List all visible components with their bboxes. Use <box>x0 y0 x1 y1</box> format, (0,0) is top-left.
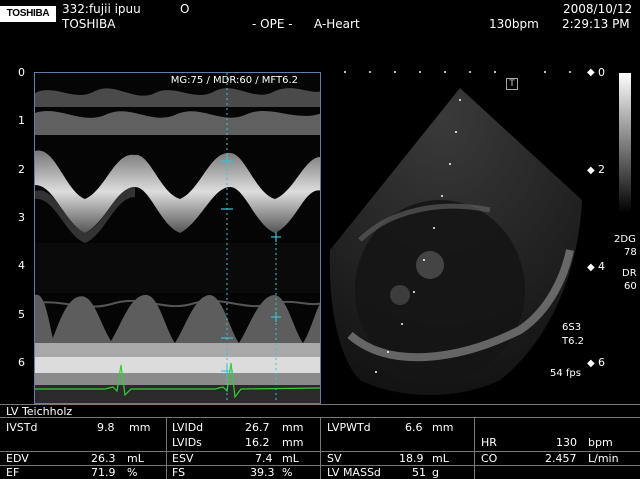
esv-label: ESV <box>172 452 194 465</box>
edv-label: EDV <box>6 452 29 465</box>
sector-depth-tick: 2 <box>598 163 605 176</box>
exam-date: 2008/10/12 <box>563 2 633 16</box>
edv-value: 26.3 <box>91 452 116 465</box>
toshiba-logo: TOSHIBA <box>0 6 56 22</box>
sector-depth-tick: 6 <box>598 356 605 369</box>
ef-value: 71.9 <box>91 466 116 479</box>
co-unit: L/min <box>588 452 619 465</box>
manufacturer: TOSHIBA <box>62 17 116 31</box>
mode-label: - OPE - <box>252 17 293 31</box>
lvidd-unit: mm <box>282 421 304 434</box>
frequency-label: T6.2 <box>562 336 585 347</box>
lvpwtd-label: LVPWTd <box>327 421 371 434</box>
ef-unit: % <box>127 466 138 479</box>
lvids-label: LVIDs <box>172 436 202 449</box>
ivstd-unit: mm <box>129 421 151 434</box>
m-mode-settings: MG:75 / MDR:60 / MFT6.2 <box>170 75 298 86</box>
dr-label: DR <box>622 268 637 279</box>
probe-label: 6S3 <box>562 322 582 333</box>
measurement-table: LV Teichholz IVSTd 9.8 mm LVIDd 26.7 mm … <box>0 404 640 479</box>
hr-unit: bpm <box>588 436 613 449</box>
esv-value: 7.4 <box>255 452 273 465</box>
m-mode-panel[interactable]: MG:75 / MDR:60 / MFT6.2 <box>34 72 321 404</box>
lvidd-value: 26.7 <box>245 421 270 434</box>
edv-unit: mL <box>127 452 144 465</box>
ef-label: EF <box>6 466 20 479</box>
depth-tick: 1 <box>18 114 25 127</box>
depth-tick: 4 <box>18 259 25 272</box>
sector-depth-tick: 0 <box>598 66 605 79</box>
m-mode-trace <box>35 73 320 403</box>
lvmass-unit: g <box>432 466 439 479</box>
lvids-unit: mm <box>282 436 304 449</box>
mode-2d-label: 2DG <box>614 234 636 245</box>
sv-label: SV <box>327 452 342 465</box>
lvmass-value: 51 <box>412 466 426 479</box>
hr-label: HR <box>481 436 497 449</box>
fs-value: 39.3 <box>250 466 275 479</box>
ivstd-label: IVSTd <box>6 421 38 434</box>
fs-label: FS <box>172 466 186 479</box>
lvmass-label: LV MASSd <box>327 466 381 479</box>
dr-value: 60 <box>624 281 637 292</box>
lvids-value: 16.2 <box>245 436 270 449</box>
gain-value: 78 <box>624 247 637 258</box>
lvpwtd-unit: mm <box>432 421 454 434</box>
heart-rate-header: 130bpm <box>489 17 539 31</box>
t-marker-icon: T <box>506 78 518 90</box>
grayscale-bar <box>619 73 631 213</box>
method-label: LV Teichholz <box>6 405 73 418</box>
sv-unit: mL <box>432 452 449 465</box>
exam-time: 2:29:13 PM <box>562 17 630 31</box>
patient-id: 332:fujii ipuu <box>62 2 141 16</box>
depth-tick: 0 <box>18 66 25 79</box>
co-label: CO <box>481 452 498 465</box>
fs-unit: % <box>282 466 293 479</box>
esv-unit: mL <box>282 452 299 465</box>
status-marker: O <box>180 2 190 16</box>
depth-tick: 5 <box>18 308 25 321</box>
sector-image[interactable]: T <box>320 60 610 405</box>
preset-label: A-Heart <box>314 17 360 31</box>
lvidd-label: LVIDd <box>172 421 204 434</box>
sv-value: 18.9 <box>399 452 424 465</box>
hr-value: 130 <box>556 436 577 449</box>
sector-scan <box>329 71 582 395</box>
lvpwtd-value: 6.6 <box>405 421 423 434</box>
co-value: 2.457 <box>545 452 577 465</box>
ivstd-value: 9.8 <box>97 421 115 434</box>
depth-tick: 2 <box>18 163 25 176</box>
sector-depth-tick: 4 <box>598 260 605 273</box>
depth-tick: 3 <box>18 211 25 224</box>
depth-tick: 6 <box>18 356 25 369</box>
frame-rate: 54 fps <box>550 368 581 379</box>
